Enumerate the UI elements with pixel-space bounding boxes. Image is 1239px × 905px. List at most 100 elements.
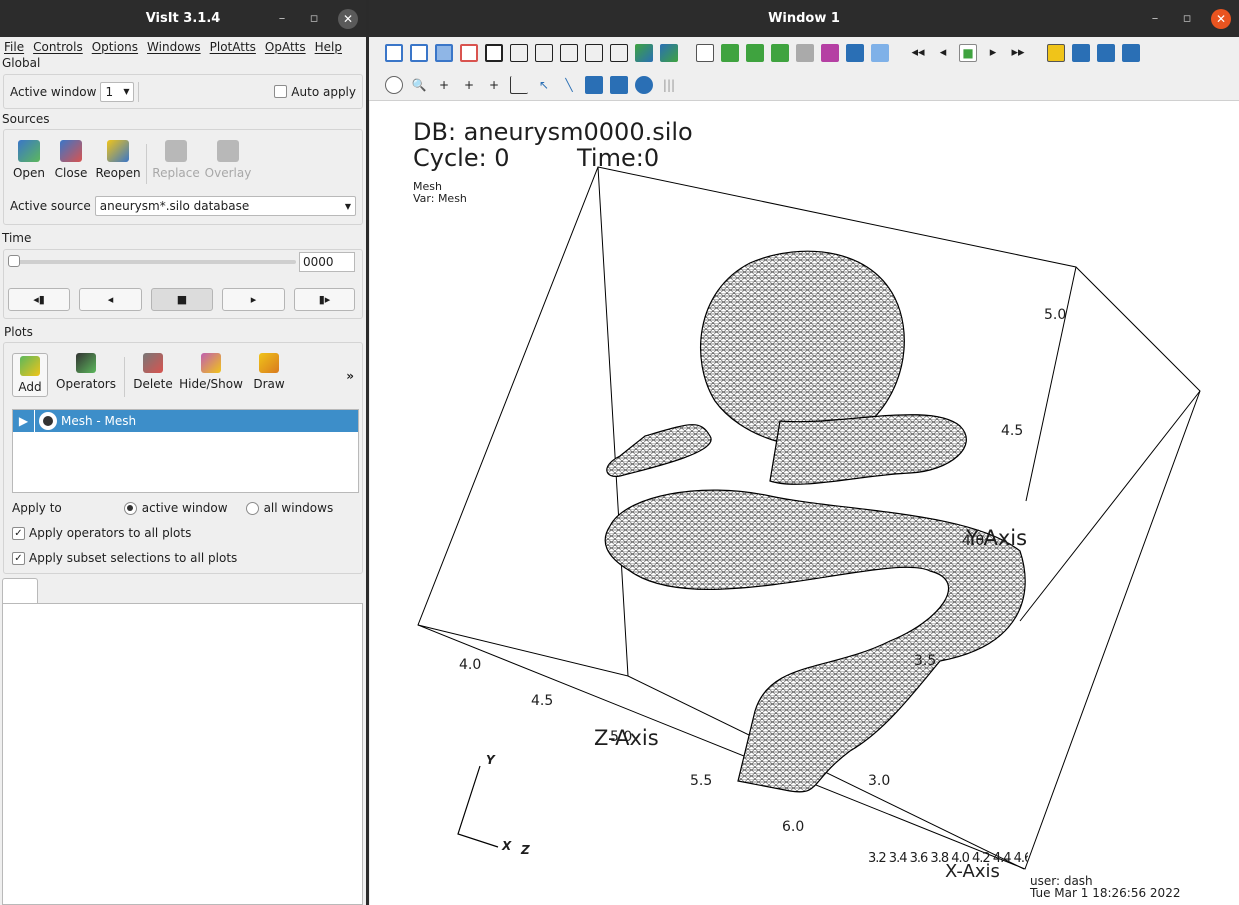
menu-plotatts[interactable]: PlotAtts	[210, 40, 256, 54]
main-titlebar[interactable]: VisIt 3.1.4 – ▫ ✕	[0, 0, 366, 37]
sphere-tool-icon[interactable]	[635, 75, 653, 94]
next-frame-icon[interactable]: ▸	[984, 44, 1002, 62]
spin-icon[interactable]	[821, 44, 839, 62]
operators-button[interactable]: Operators	[56, 353, 116, 391]
lock-view-icon[interactable]	[846, 44, 864, 62]
close-icon[interactable]: ✕	[1211, 8, 1231, 29]
open-button[interactable]: Open	[12, 140, 46, 184]
replace-button[interactable]: Replace	[152, 140, 200, 184]
apply-subset-label: Apply subset selections to all plots	[29, 551, 238, 565]
time-slider[interactable]	[12, 260, 296, 264]
clone-window-icon[interactable]	[435, 44, 453, 62]
window-gap	[366, 0, 369, 905]
open-database-icon	[18, 140, 40, 162]
reopen-button[interactable]: Reopen	[95, 140, 141, 184]
layout-2x3-icon[interactable]	[560, 44, 578, 62]
apply-all-windows-radio[interactable]: all windows	[245, 501, 333, 515]
delete-window-icon[interactable]	[460, 44, 478, 62]
maximize-icon[interactable]: ▫	[306, 11, 322, 26]
close-button[interactable]: Close	[52, 140, 90, 184]
point-tool-icon[interactable]: ↖	[535, 76, 553, 94]
zoom-icon[interactable]: 🔍	[410, 76, 428, 94]
auto-apply-checkbox[interactable]: Auto apply	[274, 85, 356, 99]
minimize-icon[interactable]: –	[274, 11, 290, 26]
auto-apply-label: Auto apply	[291, 84, 356, 99]
reverse-play-button[interactable]: ◂	[79, 288, 142, 311]
spreadsheet-pick-icon[interactable]: +	[485, 76, 503, 94]
layout-2x4-icon[interactable]	[585, 44, 603, 62]
camera-gray-icon[interactable]	[796, 44, 814, 62]
time-slider-handle[interactable]	[8, 255, 20, 267]
main-menubar: File Controls Options Windows PlotAtts O…	[0, 37, 366, 56]
undo-view-icon[interactable]	[746, 44, 764, 62]
prev-frame-icon[interactable]: ◂	[934, 44, 952, 62]
apply-subset-checkbox[interactable]: ✓ Apply subset selections to all plots	[12, 551, 237, 565]
maximize-icon[interactable]: ▫	[1179, 11, 1195, 26]
new-window-icon[interactable]	[410, 44, 428, 62]
save-image-icon[interactable]	[1047, 44, 1065, 62]
checkbox-tool-icon[interactable]	[385, 44, 403, 62]
stop-button[interactable]: ■	[151, 288, 213, 311]
plane-tool-icon[interactable]	[585, 75, 603, 94]
draw-button[interactable]: Draw	[249, 353, 289, 391]
overlay-button[interactable]: Overlay	[205, 140, 251, 184]
recenter-icon[interactable]	[721, 44, 739, 62]
stop-icon[interactable]: ■	[959, 44, 977, 62]
box-view-icon[interactable]	[696, 44, 714, 62]
node-pick-icon[interactable]: +	[460, 76, 478, 94]
lineout-tool-icon[interactable]	[510, 75, 528, 94]
delete-plot-button[interactable]: Delete	[133, 353, 173, 391]
menu-help[interactable]: Help	[315, 40, 342, 54]
close-database-icon	[60, 140, 82, 162]
user-lock-icon[interactable]	[1097, 44, 1115, 62]
time-state-field[interactable]: 0000	[299, 252, 355, 272]
layout-1x2-icon[interactable]	[510, 44, 528, 62]
axis-restriction-icon[interactable]: |||	[660, 76, 678, 94]
expand-arrow-icon[interactable]: ▶	[13, 410, 35, 432]
last-frame-icon[interactable]: ▸▸	[1009, 44, 1027, 62]
apply-operators-checkbox[interactable]: ✓ Apply operators to all plots	[12, 526, 191, 540]
menu-controls[interactable]: Controls	[33, 40, 83, 54]
active-window-value: 1	[105, 84, 114, 99]
close-label: Close	[54, 166, 88, 180]
y-tick-5-0: 5.0	[1044, 307, 1067, 323]
close-icon[interactable]: ✕	[338, 8, 358, 29]
line-tool-icon[interactable]: ╲	[560, 76, 578, 94]
viz-viewport[interactable]: DB: aneurysm0000.silo Cycle: 0 Time:0 Me…	[370, 101, 1239, 905]
minimize-icon[interactable]: –	[1147, 11, 1163, 26]
plot-list-item[interactable]: ▶ Mesh - Mesh	[13, 410, 358, 432]
menu-options[interactable]: Options	[92, 40, 138, 54]
menu-opatts[interactable]: OpAtts	[265, 40, 306, 54]
active-source-value: aneurysm*.silo database	[99, 199, 250, 213]
x-ticks: 3.2 3.4 3.6 3.8 4.0 4.2 4.4 4.6	[868, 851, 1028, 866]
menu-windows[interactable]: Windows	[147, 40, 201, 54]
notebook-tab[interactable]	[2, 578, 38, 604]
first-frame-icon[interactable]: ◂◂	[909, 44, 927, 62]
layout-3x3-icon[interactable]	[610, 44, 628, 62]
layout-2x2-icon[interactable]	[535, 44, 553, 62]
forward-step-button[interactable]: ▮▸	[294, 288, 355, 311]
layout-1x1-icon[interactable]	[485, 44, 503, 62]
overlay-database-icon	[217, 140, 239, 162]
apply-active-window-radio[interactable]: active window	[123, 501, 228, 515]
play-button[interactable]: ▸	[222, 288, 285, 311]
camera-icon[interactable]	[771, 44, 789, 62]
lineout-icon[interactable]	[660, 44, 678, 62]
menu-file[interactable]: File	[4, 40, 24, 54]
add-plot-button[interactable]: Add	[12, 353, 48, 397]
more-tools-button[interactable]: »	[346, 369, 354, 383]
pick-icon[interactable]	[635, 44, 653, 62]
checkbox-checked: ✓	[12, 526, 25, 540]
box-tool-icon[interactable]	[610, 75, 628, 94]
user-share-icon[interactable]	[1072, 44, 1090, 62]
divider	[138, 81, 140, 102]
active-window-select[interactable]: 1 ▼	[100, 81, 135, 102]
navigate-mode-icon[interactable]	[385, 75, 403, 94]
zone-pick-icon[interactable]: +	[435, 76, 453, 94]
viz-titlebar[interactable]: Window 1 – ▫ ✕	[369, 0, 1239, 37]
user-icon[interactable]	[1122, 44, 1140, 62]
active-source-select[interactable]: aneurysm*.silo database ▼	[94, 196, 356, 216]
hide-show-button[interactable]: Hide/Show	[179, 353, 243, 391]
globe-icon[interactable]	[871, 44, 889, 62]
reverse-step-button[interactable]: ◂▮	[8, 288, 70, 311]
